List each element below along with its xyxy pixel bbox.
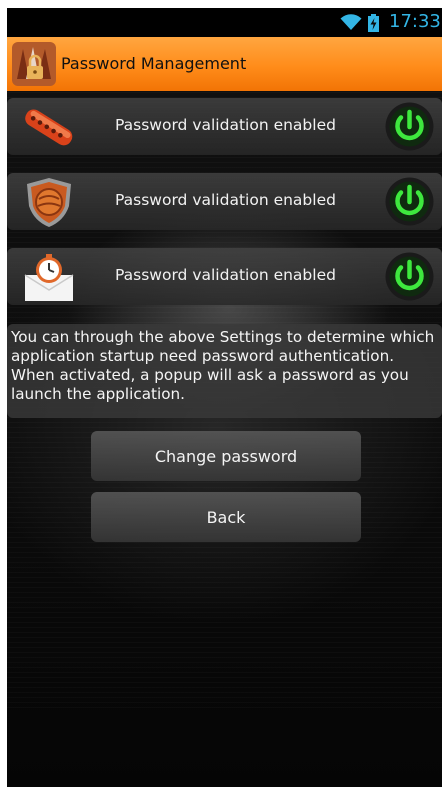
status-bar: 17:33	[7, 8, 442, 37]
setting-row: Password validation enabled	[7, 98, 442, 155]
back-button[interactable]: Back	[91, 492, 361, 542]
app-screen: 17:33 Password Management Password valid…	[7, 8, 442, 787]
info-text: You can through the above Settings to de…	[11, 328, 435, 403]
setting-row: Password validation enabled	[7, 173, 442, 230]
shield-icon	[27, 178, 71, 227]
title-bar: Password Management	[7, 37, 442, 91]
lock-app-icon	[12, 42, 56, 86]
clock: 17:33	[389, 11, 441, 32]
page-title: Password Management	[61, 54, 247, 73]
power-toggle-button[interactable]	[384, 101, 435, 152]
setting-label: Password validation enabled	[115, 266, 336, 284]
setting-label: Password validation enabled	[115, 191, 336, 209]
wifi-icon	[340, 14, 362, 30]
alarm-mail-icon	[24, 254, 74, 301]
setting-label: Password validation enabled	[115, 116, 336, 134]
power-toggle-button[interactable]	[384, 251, 435, 302]
power-toggle-button[interactable]	[384, 176, 435, 227]
change-password-button[interactable]: Change password	[91, 431, 361, 481]
battery-charging-icon	[368, 14, 379, 32]
setting-row: Password validation enabled	[7, 248, 442, 305]
remote-control-icon	[25, 109, 73, 146]
info-panel: You can through the above Settings to de…	[7, 324, 442, 418]
